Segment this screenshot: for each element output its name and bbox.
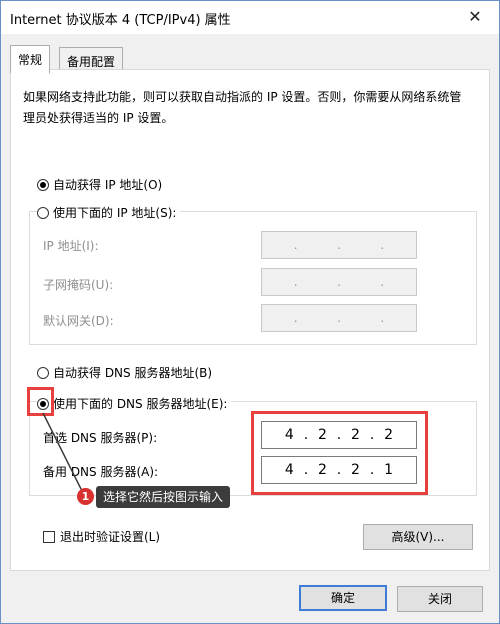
default-gateway-input[interactable]: ... [261, 304, 417, 332]
default-gateway-label: 默认网关(D): [43, 314, 114, 328]
radio-selected-icon [37, 178, 49, 191]
ip-address-input[interactable]: ... [261, 231, 417, 259]
annotation-badge: 1 [77, 488, 94, 505]
annotation-tooltip: 选择它然后按图示输入 [96, 486, 231, 508]
validate-settings-checkbox[interactable]: 退出时验证设置(L) [43, 528, 160, 545]
ip-address-label: IP 地址(I): [43, 239, 99, 253]
description-text: 如果网络支持此功能，则可以获取自动指派的 IP 设置。否则，你需要从网络系统管理… [23, 90, 462, 125]
checkbox-icon [43, 530, 55, 543]
properties-dialog: Internet 协议版本 4 (TCP/IPv4) 属性 ✕ 常规 备用配置 … [0, 0, 500, 624]
validate-settings-label: 退出时验证设置(L) [60, 530, 161, 544]
manual-ip-radio[interactable]: 使用下面的 IP 地址(S): [37, 204, 181, 221]
manual-dns-label: 使用下面的 DNS 服务器地址(E): [53, 397, 228, 411]
auto-ip-label: 自动获得 IP 地址(O) [53, 178, 163, 192]
annotation-line [42, 412, 84, 494]
radio-unselected-icon [37, 366, 49, 379]
tab-general[interactable]: 常规 [10, 45, 51, 74]
annotation-connector [42, 412, 84, 494]
auto-ip-radio[interactable]: 自动获得 IP 地址(O) [37, 176, 162, 193]
title-bar: Internet 协议版本 4 (TCP/IPv4) 属性 ✕ [1, 1, 499, 34]
manual-ip-label: 使用下面的 IP 地址(S): [53, 206, 177, 220]
manual-dns-radio[interactable]: 使用下面的 DNS 服务器地址(E): [37, 395, 232, 412]
window-title: Internet 协议版本 4 (TCP/IPv4) 属性 [10, 13, 231, 28]
subnet-mask-input[interactable]: ... [261, 268, 417, 296]
close-icon[interactable]: ✕ [463, 5, 487, 29]
auto-dns-label: 自动获得 DNS 服务器地址(B) [53, 366, 213, 380]
advanced-button[interactable]: 高级(V)... [363, 524, 473, 550]
subnet-mask-label: 子网掩码(U): [43, 278, 114, 292]
close-button[interactable]: 关闭 [397, 586, 483, 612]
ok-button[interactable]: 确定 [299, 585, 387, 611]
dns-highlight-box [251, 411, 428, 495]
radio-unselected-icon [37, 206, 49, 219]
auto-dns-radio[interactable]: 自动获得 DNS 服务器地址(B) [37, 364, 212, 381]
